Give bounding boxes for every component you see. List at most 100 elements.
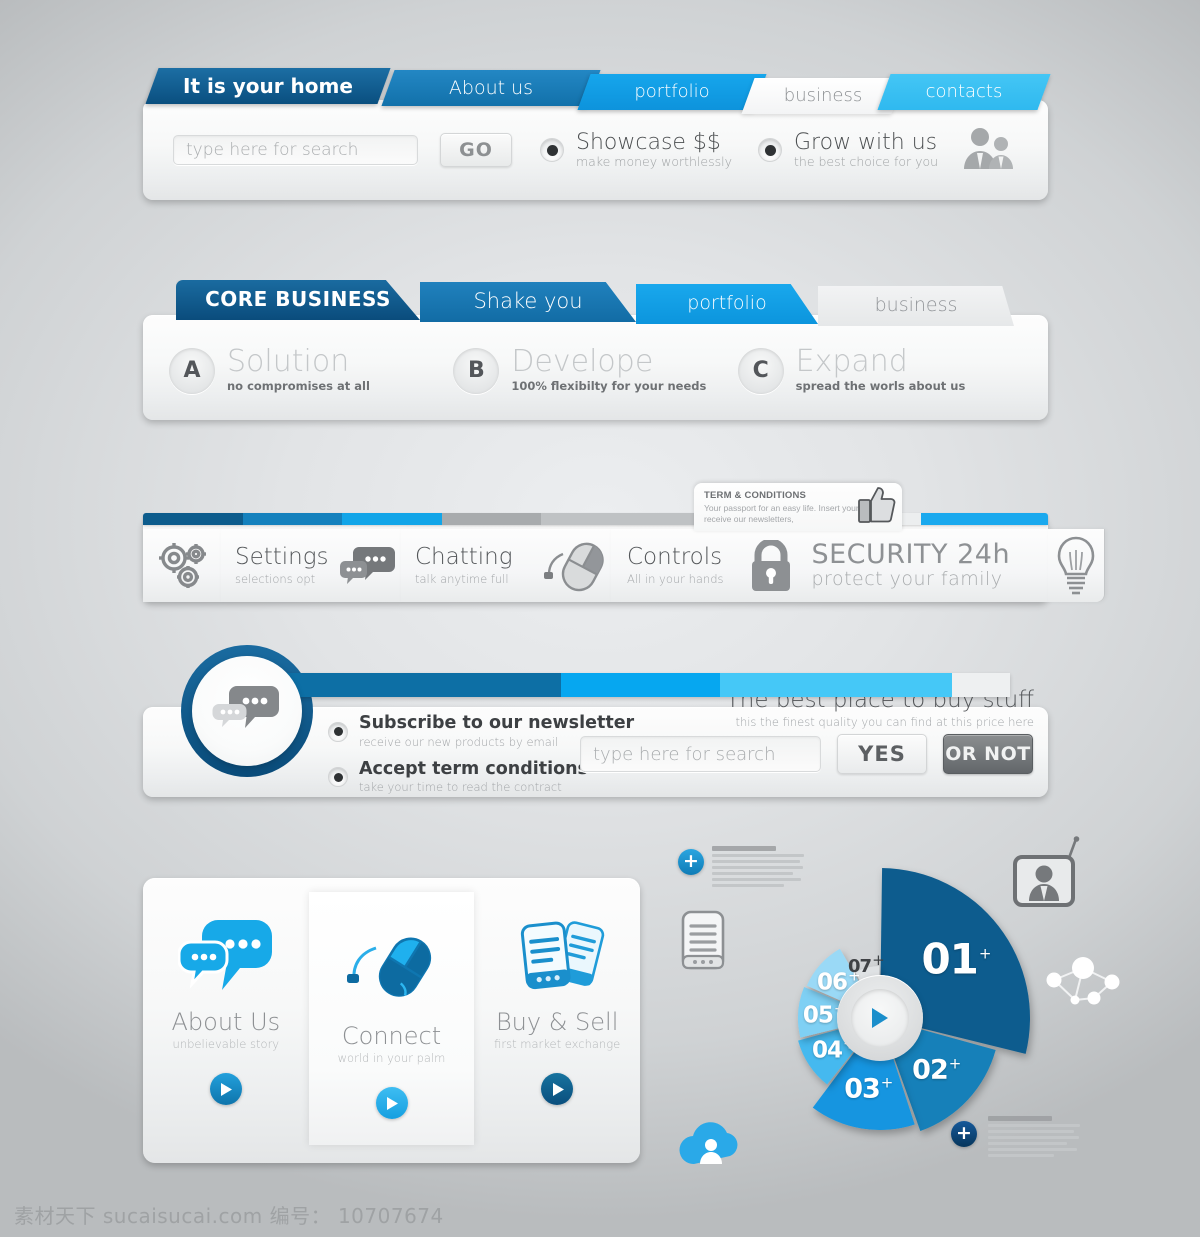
option-showcase[interactable]: Showcase $$ make money worthlessly <box>576 131 732 169</box>
security-sub: protect your family <box>811 568 1003 590</box>
tab2-core-business[interactable]: CORE BUSINESS <box>176 280 420 320</box>
tab-it-is-your-home[interactable]: It is your home <box>145 68 391 104</box>
step-a-sub: no compromises at all <box>227 378 370 393</box>
tab-about-us[interactable]: About us <box>381 70 601 106</box>
radio-showcase[interactable] <box>540 138 564 162</box>
settings-title: Settings <box>235 543 329 570</box>
tab-contacts[interactable]: contacts <box>877 74 1051 110</box>
tab-label: portfolio <box>687 292 767 314</box>
tab-label: business <box>783 85 863 106</box>
progress-segment-7 <box>921 513 1048 525</box>
radio-subscribe[interactable] <box>328 721 348 742</box>
banner1-content-row: type here for search GO Showcase $$ make… <box>143 100 1048 200</box>
thumbs-up-icon <box>858 487 896 523</box>
radio-dot <box>546 144 558 156</box>
progress-segment-1 <box>143 513 243 525</box>
network-nodes-icon[interactable] <box>1042 950 1122 1008</box>
radio-dot <box>333 772 343 782</box>
radio-accept-terms[interactable] <box>328 767 348 788</box>
step-c[interactable]: C Expand spread the worls about us <box>737 344 1022 394</box>
progress-segment-2 <box>560 673 720 697</box>
tab-label: Shake you <box>473 289 583 313</box>
banner-home-search: type here for search GO Showcase $$ make… <box>143 100 1048 200</box>
yes-button[interactable]: YES <box>837 734 927 774</box>
card-buy-sell[interactable]: Buy & Sell first market exchange <box>474 878 640 1163</box>
progress-bar-features <box>143 513 1048 525</box>
card-about-us[interactable]: About Us unbelievable story <box>143 878 309 1163</box>
card-connect-sub: world in your palm <box>337 1051 446 1065</box>
cell-settings[interactable]: Settings selections opt <box>221 529 401 602</box>
chatting-title: Chatting <box>415 543 513 570</box>
tab-label: CORE BUSINESS <box>205 287 391 311</box>
newsletter-chat-badge[interactable] <box>192 656 302 766</box>
or-not-button[interactable]: OR NOT <box>943 734 1033 774</box>
tab-label: contacts <box>925 81 1003 102</box>
tab2-shake-you[interactable]: Shake you <box>420 282 636 322</box>
cell-gears[interactable] <box>143 529 221 602</box>
tab-label: portfolio <box>634 81 710 102</box>
card-connect-play-button[interactable] <box>375 1087 408 1119</box>
pie-center-inner <box>851 989 909 1047</box>
lightbulb-icon <box>1057 536 1095 594</box>
progress-segment-3 <box>720 673 952 697</box>
chatting-sub: talk anytime full <box>415 571 509 586</box>
option-grow[interactable]: Grow with us the best choice for you <box>794 131 938 169</box>
steps-row: A Solution no compromises at all B Devel… <box>143 315 1048 420</box>
lock-icon <box>752 539 791 591</box>
play-icon <box>221 1082 233 1096</box>
tab2-portfolio[interactable]: portfolio <box>636 284 818 324</box>
progress-segment-4 <box>441 513 542 525</box>
tab2-business[interactable]: business <box>818 286 1014 326</box>
terms-conditions-popup[interactable]: TERM & CONDITIONS Your passport for an e… <box>694 483 902 531</box>
tv-person-icon[interactable] <box>1012 836 1086 922</box>
cell-controls-security[interactable]: Controls All in your hands SECURITY 24h … <box>611 529 1048 602</box>
controls-sub: All in your hands <box>627 571 724 586</box>
newsletter-subheadline: this the finest quality you can find at … <box>735 715 1034 729</box>
card-about-us-play-button[interactable] <box>209 1073 242 1105</box>
settings-sub: selections opt <box>235 571 316 586</box>
option-grow-sub: the best choice for you <box>794 154 939 170</box>
cards-row: About Us unbelievable story Connect worl… <box>143 878 640 1163</box>
cards-panel: About Us unbelievable story Connect worl… <box>143 878 640 1163</box>
play-icon <box>872 1008 888 1028</box>
card-buy-sell-title: Buy & Sell <box>495 1008 619 1036</box>
progress-segment-4 <box>952 673 1010 697</box>
card-buy-sell-play-button[interactable] <box>541 1073 574 1105</box>
newsletter-search-input[interactable]: type here for search <box>580 736 821 772</box>
tab-label: About us <box>448 77 534 99</box>
play-icon <box>387 1096 398 1110</box>
progress-segment-3 <box>342 513 442 525</box>
step-a[interactable]: A Solution no compromises at all <box>169 347 453 394</box>
controls-title: Controls <box>627 543 723 570</box>
mouse-icon <box>544 542 604 591</box>
card-connect[interactable]: Connect world in your palm <box>308 892 475 1145</box>
step-b-badge: B <box>453 347 500 394</box>
radio-dot <box>764 144 776 156</box>
banner-core-business: A Solution no compromises at all B Devel… <box>143 315 1048 420</box>
radio-grow[interactable] <box>758 138 782 162</box>
accept-terms-title: Accept term conditions <box>359 758 588 779</box>
tab-portfolio[interactable]: portfolio <box>577 74 767 110</box>
plus-badge-icon[interactable]: + <box>951 1121 977 1147</box>
security-block: SECURITY 24h protect your family <box>811 541 1010 590</box>
cell-idea[interactable] <box>1048 529 1104 602</box>
step-b[interactable]: B Develope 100% flexibilty for your need… <box>453 347 737 394</box>
step-c-title: Expand <box>795 344 908 380</box>
lorem-block-bottom <box>988 1116 1080 1160</box>
lorem-block-top <box>712 846 804 890</box>
search-input[interactable]: type here for search <box>173 135 418 165</box>
security-title: SECURITY 24h <box>811 539 1011 570</box>
document-reader-icon[interactable] <box>681 910 725 970</box>
accept-terms-sub: take your time to read the contract <box>359 780 562 794</box>
banner-features: Settings selections opt Chatting talk an… <box>143 517 1104 602</box>
cloud-user-icon[interactable] <box>678 1118 748 1170</box>
card-about-us-sub: unbelievable story <box>172 1037 280 1051</box>
cell-chatting[interactable]: Chatting talk anytime full <box>401 529 611 602</box>
plus-badge-icon[interactable]: + <box>678 849 704 875</box>
step-c-badge: C <box>737 347 784 394</box>
step-c-sub: spread the worls about us <box>795 378 966 393</box>
progress-segment-5 <box>541 513 714 525</box>
progress-bar-newsletter <box>285 673 1010 697</box>
go-button[interactable]: GO <box>440 133 512 167</box>
pie-center-play-button[interactable] <box>837 975 923 1061</box>
